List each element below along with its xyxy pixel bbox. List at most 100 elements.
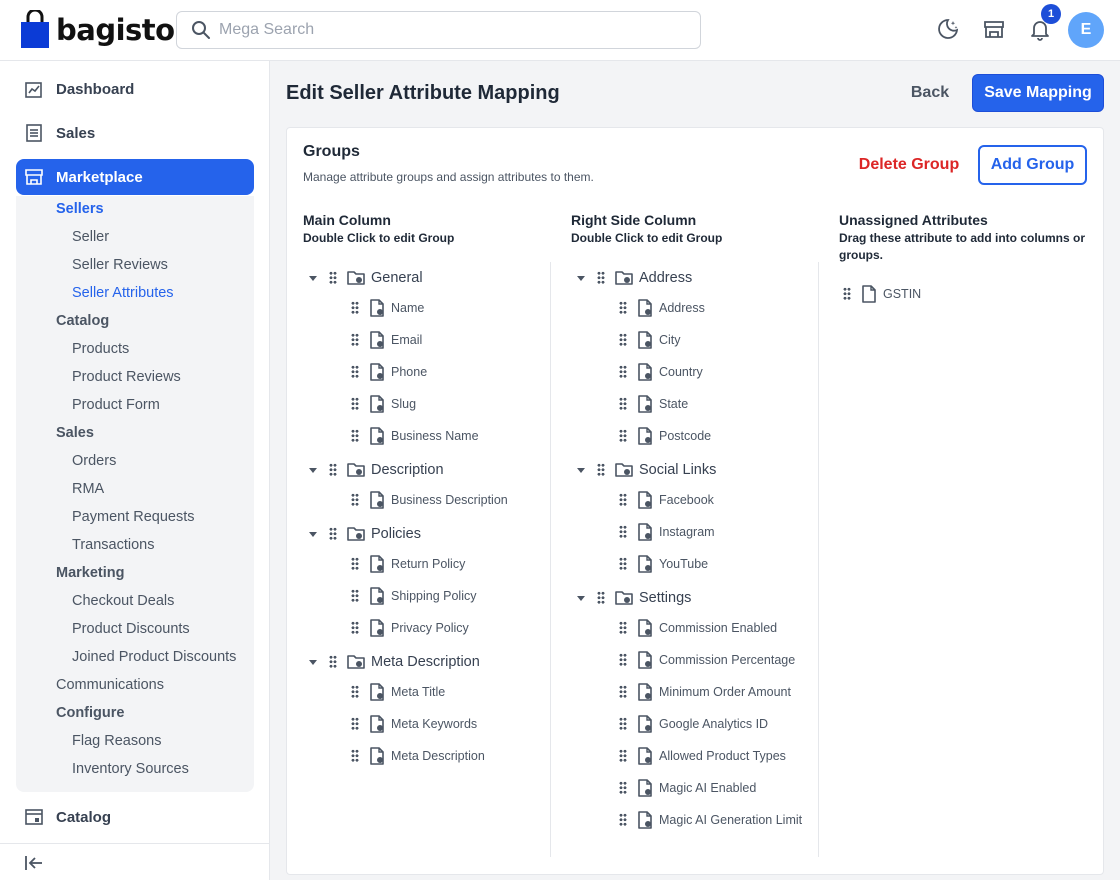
drag-handle-icon[interactable] xyxy=(619,301,627,315)
attribute-row[interactable]: Commission Enabled xyxy=(619,617,777,639)
attribute-row[interactable]: Magic AI Enabled xyxy=(619,777,756,799)
sidebar-item-product-reviews[interactable]: Product Reviews xyxy=(72,369,181,385)
attribute-row[interactable]: Postcode xyxy=(619,425,711,447)
sidebar-item-checkout-deals[interactable]: Checkout Deals xyxy=(72,593,174,609)
attribute-row[interactable]: Email xyxy=(351,329,422,351)
drag-handle-icon[interactable] xyxy=(843,287,851,301)
chevron-down-icon[interactable] xyxy=(577,595,585,601)
attribute-row[interactable]: Slug xyxy=(351,393,416,415)
attribute-row[interactable]: Address xyxy=(619,297,705,319)
drag-handle-icon[interactable] xyxy=(351,717,359,731)
sidebar-item-inventory-sources[interactable]: Inventory Sources xyxy=(72,761,189,777)
sidebar-item-orders[interactable]: Orders xyxy=(72,453,116,469)
drag-handle-icon[interactable] xyxy=(619,493,627,507)
collapse-sidebar-icon[interactable] xyxy=(24,854,44,872)
chevron-down-icon[interactable] xyxy=(309,467,317,473)
drag-handle-icon[interactable] xyxy=(619,365,627,379)
drag-handle-icon[interactable] xyxy=(351,429,359,443)
sidebar-group-catalog[interactable]: Catalog xyxy=(56,313,109,329)
sidebar-item-product-discounts[interactable]: Product Discounts xyxy=(72,621,190,637)
sidebar-item-transactions[interactable]: Transactions xyxy=(72,537,154,553)
sidebar-group-sales[interactable]: Sales xyxy=(56,425,94,441)
attribute-row[interactable]: Meta Title xyxy=(351,681,445,703)
add-group-button[interactable]: Add Group xyxy=(978,145,1087,185)
sidebar-group-configure[interactable]: Configure xyxy=(56,705,124,721)
group-row[interactable]: Address xyxy=(577,267,692,289)
chevron-down-icon[interactable] xyxy=(577,275,585,281)
drag-handle-icon[interactable] xyxy=(329,271,337,285)
drag-handle-icon[interactable] xyxy=(619,717,627,731)
chevron-down-icon[interactable] xyxy=(577,467,585,473)
chevron-down-icon[interactable] xyxy=(309,275,317,281)
mega-search[interactable] xyxy=(176,11,701,49)
save-mapping-button[interactable]: Save Mapping xyxy=(972,74,1104,112)
group-row[interactable]: Description xyxy=(309,459,444,481)
sidebar-item-sellers[interactable]: Seller xyxy=(72,229,109,245)
drag-handle-icon[interactable] xyxy=(351,365,359,379)
drag-handle-icon[interactable] xyxy=(351,749,359,763)
drag-handle-icon[interactable] xyxy=(351,333,359,347)
drag-handle-icon[interactable] xyxy=(619,397,627,411)
attribute-row[interactable]: Google Analytics ID xyxy=(619,713,768,735)
sidebar-item-products[interactable]: Products xyxy=(72,341,129,357)
drag-handle-icon[interactable] xyxy=(351,397,359,411)
sidebar-item-sales[interactable]: Sales xyxy=(16,115,254,151)
sidebar-item-joined-product-discounts[interactable]: Joined Product Discounts xyxy=(72,649,236,665)
sidebar-item-product-form[interactable]: Product Form xyxy=(72,397,160,413)
drag-handle-icon[interactable] xyxy=(351,557,359,571)
attribute-row[interactable]: Minimum Order Amount xyxy=(619,681,791,703)
drag-handle-icon[interactable] xyxy=(619,333,627,347)
attribute-row[interactable]: Privacy Policy xyxy=(351,617,469,639)
group-row[interactable]: Policies xyxy=(309,523,421,545)
drag-handle-icon[interactable] xyxy=(619,813,627,827)
sidebar-item-payment-requests[interactable]: Payment Requests xyxy=(72,509,195,525)
attribute-row[interactable]: Country xyxy=(619,361,703,383)
sidebar-group-marketing[interactable]: Marketing xyxy=(56,565,125,581)
sidebar-group-communications[interactable]: Communications xyxy=(56,677,164,693)
drag-handle-icon[interactable] xyxy=(329,655,337,669)
group-row[interactable]: Meta Description xyxy=(309,651,480,673)
drag-handle-icon[interactable] xyxy=(597,271,605,285)
attribute-row[interactable]: Shipping Policy xyxy=(351,585,476,607)
drag-handle-icon[interactable] xyxy=(351,301,359,315)
attribute-row[interactable]: Allowed Product Types xyxy=(619,745,786,767)
group-row[interactable]: Social Links xyxy=(577,459,716,481)
storefront-button[interactable] xyxy=(981,16,1007,42)
chevron-down-icon[interactable] xyxy=(309,531,317,537)
drag-handle-icon[interactable] xyxy=(619,781,627,795)
search-input[interactable] xyxy=(219,21,679,39)
drag-handle-icon[interactable] xyxy=(619,429,627,443)
attribute-row[interactable]: Business Description xyxy=(351,489,508,511)
drag-handle-icon[interactable] xyxy=(597,591,605,605)
attribute-row[interactable]: Commission Percentage xyxy=(619,649,795,671)
drag-handle-icon[interactable] xyxy=(351,685,359,699)
attribute-row[interactable]: Magic AI Generation Limit xyxy=(619,809,802,831)
sidebar-item-dashboard[interactable]: Dashboard xyxy=(16,71,254,107)
user-avatar[interactable]: E xyxy=(1068,12,1104,48)
drag-handle-icon[interactable] xyxy=(351,621,359,635)
drag-handle-icon[interactable] xyxy=(351,493,359,507)
attribute-row[interactable]: Return Policy xyxy=(351,553,465,575)
group-row[interactable]: Settings xyxy=(577,587,691,609)
attribute-row[interactable]: YouTube xyxy=(619,553,708,575)
sidebar-item-catalog[interactable]: Catalog xyxy=(16,799,254,835)
drag-handle-icon[interactable] xyxy=(619,557,627,571)
chevron-down-icon[interactable] xyxy=(309,659,317,665)
brand-logo[interactable]: bagisto xyxy=(20,10,175,50)
attribute-row[interactable]: Business Name xyxy=(351,425,479,447)
attribute-row[interactable]: Phone xyxy=(351,361,427,383)
unassigned-attribute-row[interactable]: GSTIN xyxy=(843,283,921,305)
group-row[interactable]: General xyxy=(309,267,423,289)
drag-handle-icon[interactable] xyxy=(619,749,627,763)
sidebar-item-flag-reasons[interactable]: Flag Reasons xyxy=(72,733,161,749)
sidebar-group-sellers[interactable]: Sellers xyxy=(56,201,104,217)
sidebar-item-marketplace[interactable]: Marketplace xyxy=(16,159,254,195)
drag-handle-icon[interactable] xyxy=(619,525,627,539)
sidebar-item-seller-reviews[interactable]: Seller Reviews xyxy=(72,257,168,273)
dark-mode-toggle[interactable] xyxy=(935,16,961,42)
delete-group-button[interactable]: Delete Group xyxy=(850,147,968,183)
attribute-row[interactable]: Meta Keywords xyxy=(351,713,477,735)
attribute-row[interactable]: Instagram xyxy=(619,521,715,543)
attribute-row[interactable]: State xyxy=(619,393,688,415)
drag-handle-icon[interactable] xyxy=(597,463,605,477)
